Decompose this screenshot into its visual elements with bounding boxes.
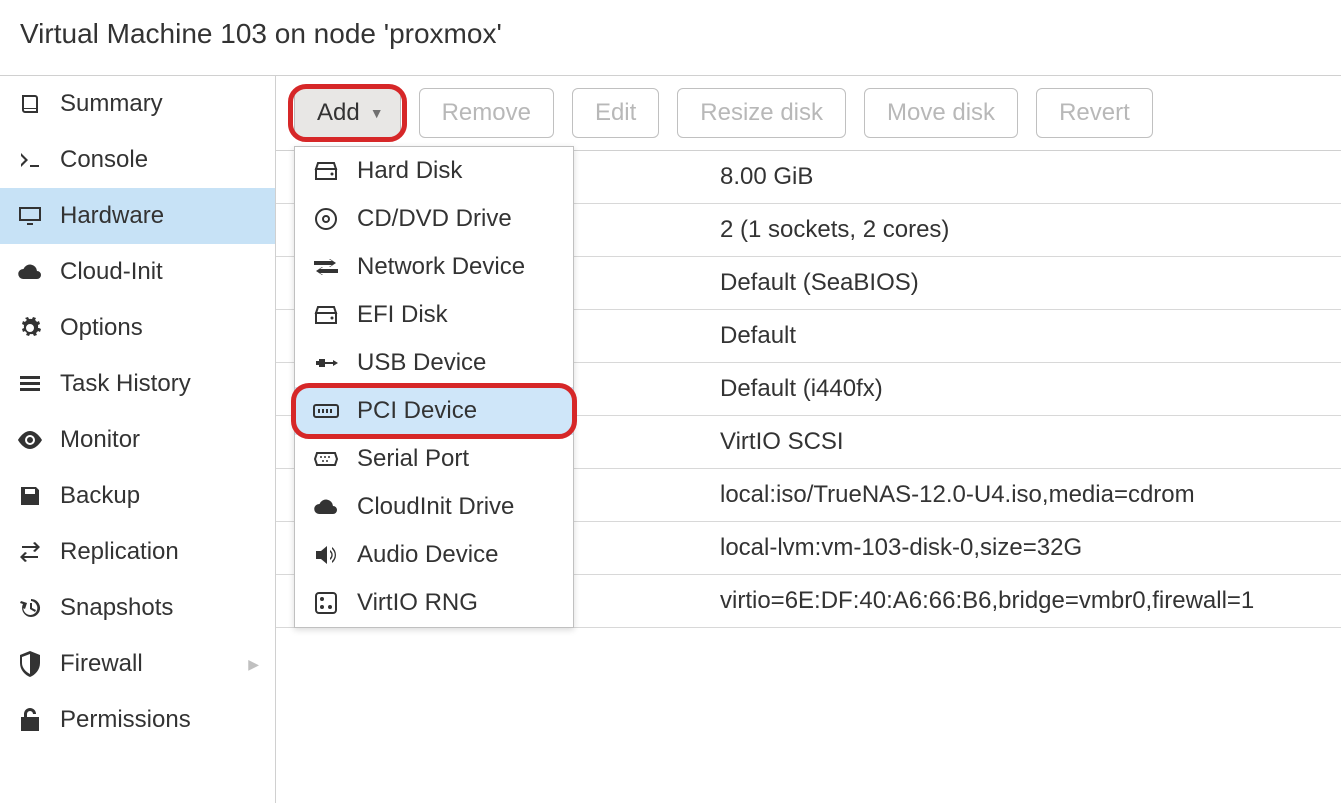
gear-icon xyxy=(16,316,44,340)
chevron-down-icon: ▼ xyxy=(370,105,384,121)
add-button[interactable]: Add ▼ xyxy=(294,88,401,138)
sidebar-label: Firewall xyxy=(60,650,232,678)
sidebar-item-taskhistory[interactable]: Task History xyxy=(0,356,275,412)
sidebar-item-backup[interactable]: Backup xyxy=(0,468,275,524)
harddisk-icon xyxy=(311,305,341,325)
history-icon xyxy=(16,596,44,620)
row-value: VirtIO SCSI xyxy=(706,416,1341,468)
chevron-right-icon: ▶ xyxy=(248,656,259,673)
dropdown-label: Network Device xyxy=(357,253,525,281)
network-icon xyxy=(311,259,341,275)
page-title: Virtual Machine 103 on node 'proxmox' xyxy=(0,0,1341,75)
sidebar-label: Options xyxy=(60,314,259,342)
sync-icon xyxy=(16,542,44,562)
book-icon xyxy=(16,92,44,116)
remove-button[interactable]: Remove xyxy=(419,88,554,138)
row-value: Default (i440fx) xyxy=(706,363,1341,415)
row-value: local:iso/TrueNAS-12.0-U4.iso,media=cdro… xyxy=(706,469,1341,521)
row-value: Default (SeaBIOS) xyxy=(706,257,1341,309)
dropdown-item-cddvd[interactable]: CD/DVD Drive xyxy=(295,195,573,243)
cloud-icon xyxy=(16,262,44,282)
cloud-icon xyxy=(311,498,341,516)
revert-button[interactable]: Revert xyxy=(1036,88,1153,138)
dice-icon xyxy=(311,592,341,614)
dropdown-label: Serial Port xyxy=(357,445,469,473)
row-value: Default xyxy=(706,310,1341,362)
sidebar-label: Summary xyxy=(60,90,259,118)
dropdown-label: Audio Device xyxy=(357,541,498,569)
sidebar-label: Task History xyxy=(60,370,259,398)
dropdown-item-serial[interactable]: Serial Port xyxy=(295,435,573,483)
sidebar-item-firewall[interactable]: Firewall ▶ xyxy=(0,636,275,692)
add-label: Add xyxy=(317,99,360,127)
unlock-icon xyxy=(16,707,44,733)
row-value: local-lvm:vm-103-disk-0,size=32G xyxy=(706,522,1341,574)
sidebar-item-summary[interactable]: Summary xyxy=(0,76,275,132)
audio-icon xyxy=(311,545,341,565)
dropdown-label: EFI Disk xyxy=(357,301,448,329)
dropdown-item-efidisk[interactable]: EFI Disk xyxy=(295,291,573,339)
sidebar-label: Snapshots xyxy=(60,594,259,622)
sidebar-item-console[interactable]: Console xyxy=(0,132,275,188)
dropdown-label: Hard Disk xyxy=(357,157,462,185)
sidebar-item-hardware[interactable]: Hardware xyxy=(0,188,275,244)
eye-icon xyxy=(16,431,44,449)
dropdown-item-cloudinit[interactable]: CloudInit Drive xyxy=(295,483,573,531)
monitor-icon xyxy=(16,204,44,228)
dropdown-label: PCI Device xyxy=(357,397,477,425)
dropdown-item-audio[interactable]: Audio Device xyxy=(295,531,573,579)
row-value: virtio=6E:DF:40:A6:66:B6,bridge=vmbr0,fi… xyxy=(706,575,1341,627)
sidebar-item-options[interactable]: Options xyxy=(0,300,275,356)
sidebar-label: Console xyxy=(60,146,259,174)
usb-icon xyxy=(311,353,341,373)
sidebar-item-permissions[interactable]: Permissions xyxy=(0,692,275,748)
dropdown-item-rng[interactable]: VirtIO RNG xyxy=(295,579,573,627)
list-icon xyxy=(16,374,44,394)
row-value: 2 (1 sockets, 2 cores) xyxy=(706,204,1341,256)
dropdown-item-usb[interactable]: USB Device xyxy=(295,339,573,387)
sidebar-item-replication[interactable]: Replication xyxy=(0,524,275,580)
disc-icon xyxy=(311,207,341,231)
sidebar-item-cloudinit[interactable]: Cloud-Init xyxy=(0,244,275,300)
sidebar-label: Hardware xyxy=(60,202,259,230)
dropdown-label: USB Device xyxy=(357,349,486,377)
move-disk-button[interactable]: Move disk xyxy=(864,88,1018,138)
harddisk-icon xyxy=(311,161,341,181)
sidebar: Summary Console Hardware Cloud-Init Opti xyxy=(0,76,276,803)
row-value: 8.00 GiB xyxy=(706,151,1341,203)
resize-disk-button[interactable]: Resize disk xyxy=(677,88,846,138)
sidebar-item-snapshots[interactable]: Snapshots xyxy=(0,580,275,636)
main-panel: Add ▼ Hard Disk CD/DVD Drive Net xyxy=(276,76,1341,803)
sidebar-label: Cloud-Init xyxy=(60,258,259,286)
edit-button[interactable]: Edit xyxy=(572,88,659,138)
shield-icon xyxy=(16,651,44,677)
dropdown-item-pci[interactable]: PCI Device xyxy=(295,387,573,435)
serial-icon xyxy=(311,451,341,467)
dropdown-label: VirtIO RNG xyxy=(357,589,478,617)
pci-icon xyxy=(311,402,341,420)
sidebar-label: Backup xyxy=(60,482,259,510)
save-icon xyxy=(16,484,44,508)
add-dropdown: Hard Disk CD/DVD Drive Network Device EF… xyxy=(294,146,574,628)
dropdown-item-network[interactable]: Network Device xyxy=(295,243,573,291)
dropdown-label: CD/DVD Drive xyxy=(357,205,512,233)
dropdown-label: CloudInit Drive xyxy=(357,493,514,521)
toolbar: Add ▼ Hard Disk CD/DVD Drive Net xyxy=(276,76,1341,151)
sidebar-item-monitor[interactable]: Monitor xyxy=(0,412,275,468)
sidebar-label: Replication xyxy=(60,538,259,566)
dropdown-item-harddisk[interactable]: Hard Disk xyxy=(295,147,573,195)
sidebar-label: Monitor xyxy=(60,426,259,454)
sidebar-label: Permissions xyxy=(60,706,259,734)
terminal-icon xyxy=(16,148,44,172)
